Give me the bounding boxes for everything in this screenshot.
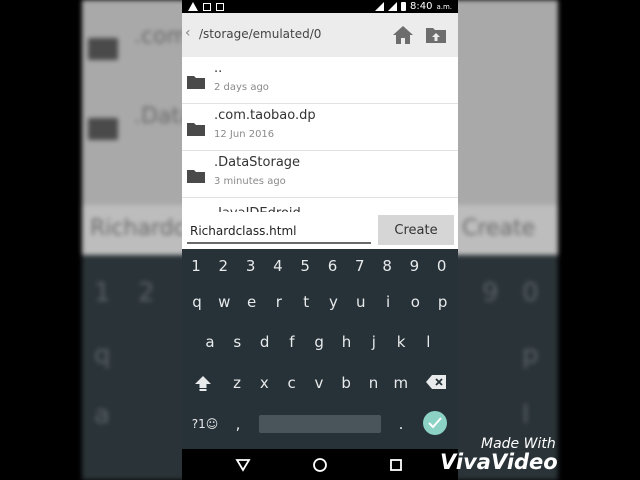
number-key[interactable]: 1 bbox=[184, 254, 208, 278]
home-circle-icon[interactable] bbox=[312, 457, 328, 473]
letter-key[interactable]: m bbox=[389, 371, 413, 395]
enter-key[interactable] bbox=[423, 411, 447, 435]
file-name: .. bbox=[214, 61, 223, 76]
letter-key[interactable]: w bbox=[212, 290, 236, 314]
soft-keyboard: 1234567890 qwertyuiop asdfghjkl zxcvbnm … bbox=[182, 249, 458, 449]
number-key[interactable]: 0 bbox=[430, 254, 454, 278]
warning-icon bbox=[188, 2, 198, 11]
symbols-key[interactable]: ?1☺ bbox=[188, 412, 222, 436]
file-date: 3 minutes ago bbox=[214, 176, 286, 187]
filename-input[interactable] bbox=[187, 220, 371, 244]
letter-key[interactable]: e bbox=[240, 290, 264, 314]
image-icon bbox=[216, 2, 224, 11]
letter-key[interactable]: q bbox=[185, 290, 209, 314]
number-key[interactable]: 6 bbox=[321, 254, 345, 278]
letter-key[interactable]: k bbox=[389, 330, 413, 354]
file-date: 12 Jun 2016 bbox=[214, 129, 275, 140]
letter-key[interactable]: f bbox=[280, 330, 304, 354]
folder-icon bbox=[187, 170, 205, 183]
status-bar: 8:40 a.m. bbox=[182, 0, 458, 13]
home-icon[interactable] bbox=[392, 24, 414, 46]
current-path: /storage/emulated/0 bbox=[199, 27, 322, 41]
letter-key[interactable]: j bbox=[362, 330, 386, 354]
period-key[interactable]: . bbox=[389, 412, 413, 436]
file-dialog: ‹ /storage/emulated/0 .. 2 days ago .com… bbox=[182, 13, 458, 262]
letter-key[interactable]: d bbox=[253, 330, 277, 354]
file-name: .com.taobao.dp bbox=[214, 108, 316, 123]
letter-key[interactable]: b bbox=[334, 371, 358, 395]
file-row-1[interactable]: .com.taobao.dp 12 Jun 2016 bbox=[182, 104, 458, 151]
letter-key[interactable]: n bbox=[362, 371, 386, 395]
number-key[interactable]: 4 bbox=[266, 254, 290, 278]
create-button[interactable]: Create bbox=[378, 215, 454, 245]
chevron-left-icon[interactable]: ‹ bbox=[185, 25, 191, 41]
letter-key[interactable]: c bbox=[280, 371, 304, 395]
letter-key[interactable]: l bbox=[416, 330, 440, 354]
file-row-0[interactable]: .. 2 days ago bbox=[182, 57, 458, 104]
check-icon bbox=[428, 417, 442, 429]
letter-key[interactable]: o bbox=[403, 290, 427, 314]
number-key[interactable]: 7 bbox=[348, 254, 372, 278]
file-date: 2 days ago bbox=[214, 82, 269, 93]
shift-icon[interactable] bbox=[194, 374, 212, 392]
recents-square-icon[interactable] bbox=[388, 457, 404, 473]
status-time: 8:40 bbox=[409, 1, 433, 12]
number-key[interactable]: 9 bbox=[402, 254, 426, 278]
backspace-icon[interactable] bbox=[426, 375, 446, 389]
letter-row-2: asdfghjkl bbox=[182, 330, 458, 354]
folder-icon bbox=[187, 123, 205, 136]
letter-key[interactable]: h bbox=[335, 330, 359, 354]
letter-key[interactable]: p bbox=[431, 290, 455, 314]
letter-row-1: qwertyuiop bbox=[182, 290, 458, 314]
letter-key[interactable]: i bbox=[376, 290, 400, 314]
letter-key[interactable]: v bbox=[307, 371, 331, 395]
back-triangle-icon[interactable] bbox=[235, 457, 251, 473]
number-key[interactable]: 8 bbox=[375, 254, 399, 278]
comma-key[interactable]: , bbox=[226, 412, 250, 436]
letter-key[interactable]: x bbox=[252, 371, 276, 395]
spacebar[interactable] bbox=[259, 415, 381, 433]
file-row-2[interactable]: .DataStorage 3 minutes ago bbox=[182, 151, 458, 198]
number-key[interactable]: 5 bbox=[293, 254, 317, 278]
signal-icon bbox=[374, 2, 384, 11]
letter-key[interactable]: z bbox=[225, 371, 249, 395]
number-key[interactable]: 3 bbox=[239, 254, 263, 278]
number-key[interactable]: 2 bbox=[211, 254, 235, 278]
new-folder-icon[interactable] bbox=[425, 25, 447, 45]
letter-key[interactable]: g bbox=[307, 330, 331, 354]
status-ampm: a.m. bbox=[436, 2, 452, 11]
battery-icon bbox=[400, 2, 406, 11]
signal-icon-2 bbox=[387, 2, 397, 11]
letter-key[interactable]: t bbox=[294, 290, 318, 314]
notification-icon bbox=[203, 2, 211, 11]
letter-key[interactable]: r bbox=[267, 290, 291, 314]
letter-key[interactable]: s bbox=[225, 330, 249, 354]
dialog-header: ‹ /storage/emulated/0 bbox=[182, 13, 458, 57]
phone-screen: 8:40 a.m. ‹ /storage/emulated/0 .. 2 day… bbox=[182, 0, 458, 480]
letter-row-3: zxcvbnm bbox=[182, 371, 458, 395]
watermark-line-2: VivaVideo bbox=[440, 450, 558, 474]
letter-key[interactable]: y bbox=[322, 290, 346, 314]
letter-key[interactable]: u bbox=[349, 290, 373, 314]
number-row: 1234567890 bbox=[182, 254, 458, 278]
folder-icon bbox=[187, 76, 205, 89]
letter-key[interactable]: a bbox=[198, 330, 222, 354]
file-name: .DataStorage bbox=[214, 155, 301, 170]
nav-bar bbox=[182, 449, 458, 480]
